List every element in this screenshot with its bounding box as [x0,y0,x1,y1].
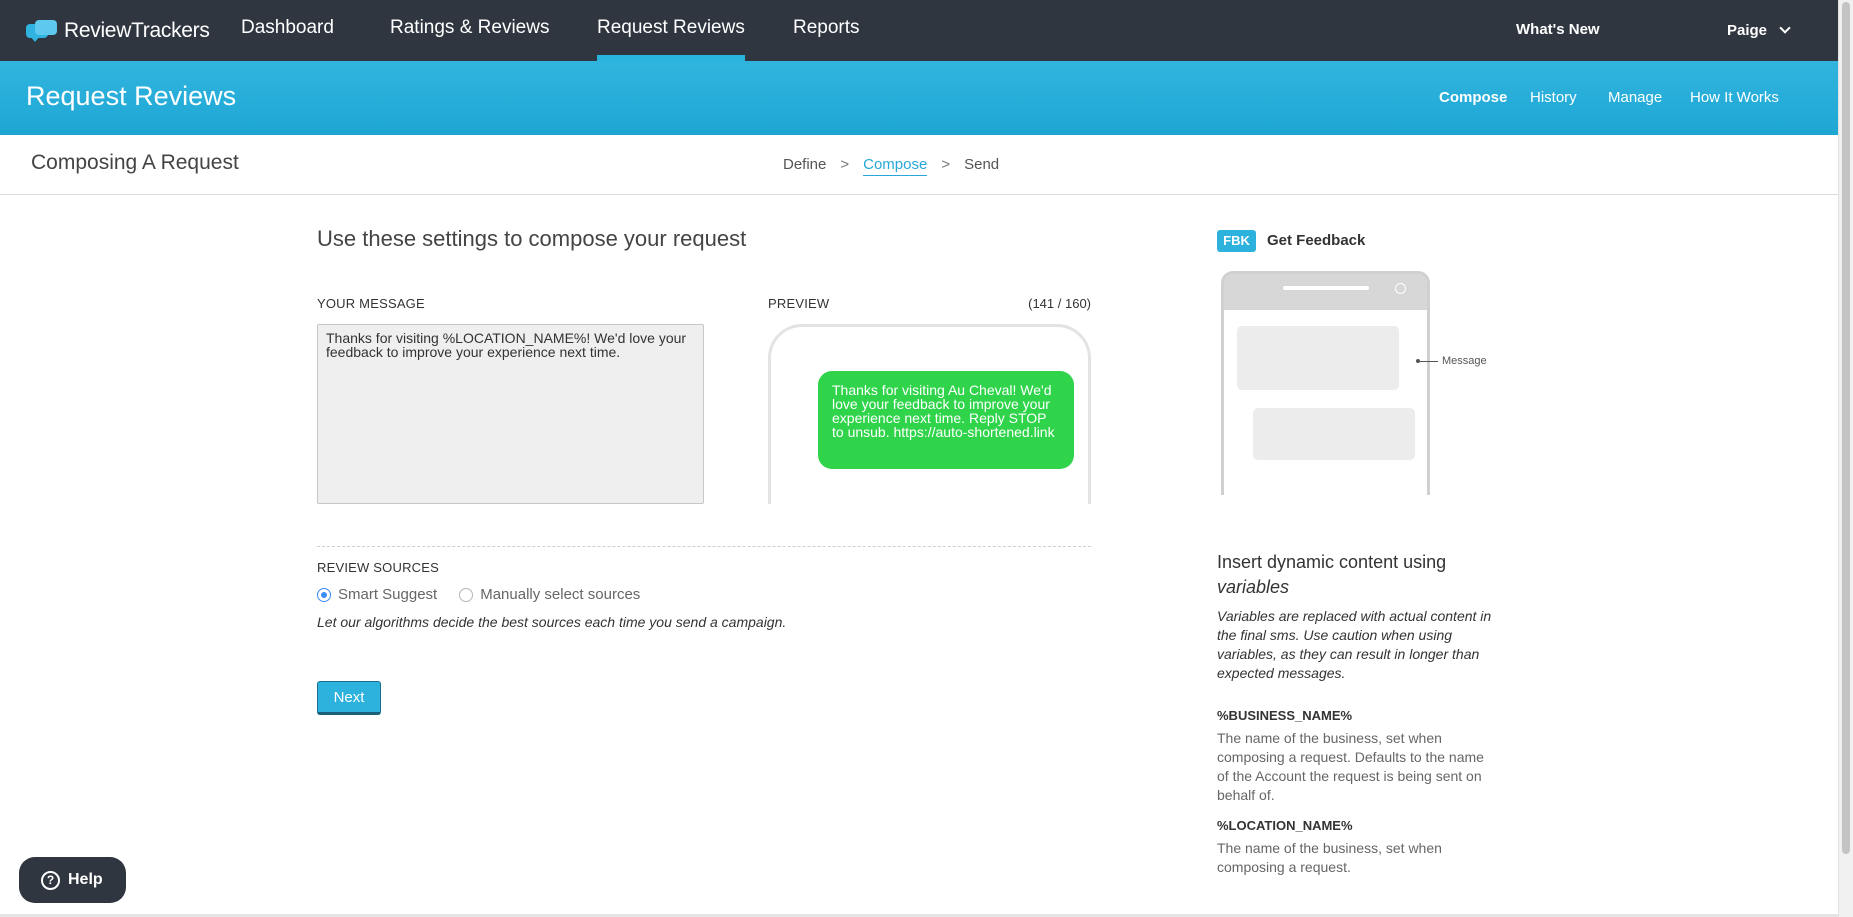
step-separator: > [840,156,850,173]
reviewtrackers-logo[interactable]: ReviewTrackers [26,16,210,46]
message-callout: Message [1416,355,1487,367]
variable-description: The name of the business, set when compo… [1217,730,1484,803]
get-feedback-title: Get Feedback [1267,232,1366,249]
variable-description: The name of the business, set when compo… [1217,840,1442,875]
subnav-compose[interactable]: Compose [1439,89,1507,106]
subnav-history[interactable]: History [1530,89,1577,106]
vertical-scrollbar[interactable] [1838,0,1853,917]
step-compose[interactable]: Compose [863,156,928,176]
variable-name: %LOCATION_NAME% [1217,818,1353,833]
compose-heading: Use these settings to compose your reque… [317,226,747,251]
user-name: Paige [1727,21,1768,39]
top-nav: ReviewTrackers Dashboard Ratings & Revie… [0,0,1838,61]
diagram-message-block [1237,326,1399,390]
user-menu[interactable]: Paige [1727,0,1791,61]
section-divider [317,546,1091,547]
smart-suggest-label: Smart Suggest [338,586,438,603]
sms-preview-phone: Thanks for visiting Au Cheval! We'd love… [768,324,1091,504]
smart-suggest-radio[interactable] [317,587,331,602]
manual-sources-label: Manually select sources [480,586,641,603]
diagram-message-block [1253,408,1415,460]
review-sources-label: REVIEW SOURCES [317,560,439,575]
review-sources-options: Smart Suggest Manually select sources [317,586,662,603]
your-message-label: YOUR MESSAGE [317,296,425,311]
nav-ratings-reviews[interactable]: Ratings & Reviews [390,0,549,61]
step-bar: Composing A Request Define > Compose > Send [0,135,1838,195]
whats-new-link[interactable]: What's New [1516,0,1600,61]
chevron-down-icon [1779,21,1791,34]
section-header: Request Reviews Compose History Manage H… [0,61,1838,135]
step-separator: > [941,156,951,173]
chat-bubbles-icon [26,20,58,42]
question-icon: ? [41,870,60,890]
character-counter: (141 / 160) [1028,296,1091,311]
logo-text: ReviewTrackers [64,19,210,42]
preview-label: PREVIEW [768,296,830,311]
callout-label: Message [1442,355,1487,367]
scrollbar-thumb[interactable] [1842,2,1850,854]
sources-hint: Let our algorithms decide the best sourc… [317,614,787,630]
variables-description: Variables are replaced with actual conte… [1217,608,1492,681]
step-define[interactable]: Define [783,156,826,173]
variables-title-em: variables [1217,577,1290,597]
variable-name: %BUSINESS_NAME% [1217,708,1353,723]
fbk-badge: FBK [1217,230,1256,252]
subnav-manage[interactable]: Manage [1608,89,1662,106]
variables-title: Insert dynamic content using variables [1217,552,1447,597]
help-button[interactable]: ? Help [19,857,126,903]
help-label: Help [68,871,103,888]
nav-reports[interactable]: Reports [793,0,860,61]
phone-diagram [1221,271,1430,495]
nav-dashboard[interactable]: Dashboard [241,0,334,61]
nav-request-reviews[interactable]: Request Reviews [597,0,745,61]
subnav-how-it-works[interactable]: How It Works [1690,89,1779,106]
smart-suggest-option[interactable]: Smart Suggest [317,586,437,603]
manual-sources-option[interactable]: Manually select sources [459,586,640,603]
sms-preview-bubble: Thanks for visiting Au Cheval! We'd love… [818,371,1074,469]
phone-top-bar [1224,274,1427,310]
next-button[interactable]: Next [317,681,381,715]
breadcrumb: Define > Compose > Send [783,156,999,176]
phone-speaker [1283,286,1369,290]
manual-sources-radio[interactable] [459,587,474,602]
page-title: Composing A Request [31,151,239,174]
step-send[interactable]: Send [964,156,999,173]
phone-camera-icon [1395,283,1406,294]
callout-line [1420,360,1438,362]
message-textarea[interactable]: Thanks for visiting %LOCATION_NAME%! We'… [317,324,704,504]
section-title: Request Reviews [26,81,237,111]
